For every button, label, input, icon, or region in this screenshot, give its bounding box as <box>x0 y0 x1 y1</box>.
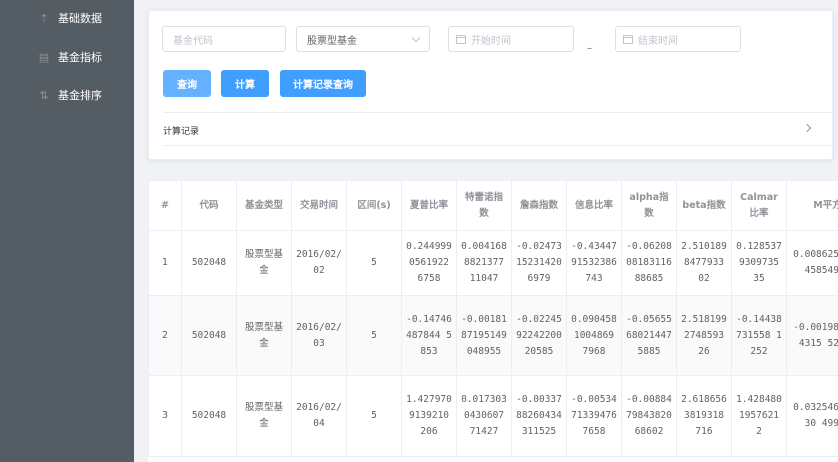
table-cell: -0.14438731558 1252 <box>731 295 787 376</box>
divider <box>163 112 832 113</box>
sidebar-item-label: 基础数据 <box>58 12 102 25</box>
table-cell: -0.0018187195149 048955 <box>456 295 512 376</box>
col-header: # <box>148 180 182 231</box>
table-cell: 2016/02/04 <box>291 375 347 457</box>
table-cell: 1 <box>148 230 182 296</box>
history-query-button[interactable]: 计算记录查询 <box>280 70 366 97</box>
fund-type-select[interactable]: 股票型基金 <box>296 26 430 52</box>
results-table-wrap: # 代码 基金类型 交易时间 区间(s) 夏普比率 特雷诺指数 詹森指数 信息比… <box>148 180 838 462</box>
table-cell: 0.0173030430607 71427 <box>456 375 512 457</box>
calc-history-title[interactable]: 计算记录 <box>163 124 199 137</box>
col-header: 代码 <box>181 180 237 231</box>
table-cell: 股票型基金 <box>236 375 292 457</box>
col-header: 夏普比率 <box>401 180 457 231</box>
start-date-input[interactable]: 开始时间 <box>448 26 574 52</box>
sidebar-item-fund-ranking[interactable]: ⇅ 基金排序 <box>0 80 134 110</box>
range-separator: – <box>587 43 592 54</box>
table-cell: -0.0088479843820 68602 <box>621 375 677 457</box>
col-header: M平方 <box>786 180 838 231</box>
table-cell: 502048 <box>181 295 237 376</box>
table-cell: -0.4344791532386 743 <box>566 230 622 296</box>
table-cell: -0.0620808183116 88685 <box>621 230 677 296</box>
table-cell: 0.0904581004869 7968 <box>566 295 622 376</box>
col-header: 詹森指数 <box>511 180 567 231</box>
table-cell: -0.0247315231420 6979 <box>511 230 567 296</box>
table-cell: 2 <box>148 295 182 376</box>
calendar-icon <box>456 34 466 44</box>
table-cell: 5 <box>346 230 402 296</box>
sidebar-item-basic-data[interactable]: ⇡ 基础数据 <box>0 3 134 33</box>
table-cell: 2.6186563819318 716 <box>676 375 732 457</box>
chevron-right-icon[interactable] <box>802 123 812 133</box>
sidebar-item-label: 基金排序 <box>58 89 102 102</box>
table-cell: 2016/02/02 <box>291 230 347 296</box>
table-cell: 1.4279709139210 206 <box>401 375 457 457</box>
table-cell: 0.0041688821377 11047 <box>456 230 512 296</box>
results-table: # 代码 基金类型 交易时间 区间(s) 夏普比率 特雷诺指数 詹森指数 信息比… <box>148 180 838 457</box>
col-header: beta指数 <box>676 180 732 231</box>
chevron-down-icon <box>411 33 421 43</box>
divider <box>163 145 832 146</box>
sidebar-item-fund-metrics[interactable]: ▤ 基金指标 <box>0 42 134 72</box>
query-form-card: 基金代码 股票型基金 开始时间 – 结束时间 查询 计算 计算记录查询 计算记录 <box>148 10 833 160</box>
table-cell: -0.14746487844 5853 <box>401 295 457 376</box>
col-header: 特雷诺指数 <box>456 180 512 231</box>
table-cell: -0.0053471339476 7658 <box>566 375 622 457</box>
col-header: alpha指数 <box>621 180 677 231</box>
col-header: 信息比率 <box>566 180 622 231</box>
table-cell: 1.4284801957621 2 <box>731 375 787 457</box>
table-cell: -0.0019857534315 52245 <box>786 295 838 376</box>
table-cell: 5 <box>346 295 402 376</box>
table-cell: 2016/02/03 <box>291 295 347 376</box>
col-header: Calmar比率 <box>731 180 787 231</box>
calculate-button[interactable]: 计算 <box>221 70 269 97</box>
sort-icon: ⇅ <box>39 88 49 102</box>
table-cell: 0.1285379309735 35 <box>731 230 787 296</box>
sidebar-item-label: 基金指标 <box>58 51 102 64</box>
calendar-icon <box>623 34 633 44</box>
table-row[interactable]: 1 502048 股票型基金 2016/02/02 5 0.2449990561… <box>148 230 838 296</box>
table-cell: 2.5101898477933 02 <box>676 230 732 296</box>
table-cell: 股票型基金 <box>236 295 292 376</box>
col-header: 区间(s) <box>346 180 402 231</box>
document-icon: ▤ <box>38 50 50 64</box>
table-cell: 0.008625615845854934 <box>786 230 838 296</box>
table-cell: 5 <box>346 375 402 457</box>
table-cell: 0.2449990561922 6758 <box>401 230 457 296</box>
table-cell: 股票型基金 <box>236 230 292 296</box>
table-row[interactable]: 3 502048 股票型基金 2016/02/04 5 1.4279709139… <box>148 375 838 457</box>
table-cell: -0.0033788260434 311525 <box>511 375 567 457</box>
table-cell: 0.032546219430 49906 <box>786 375 838 457</box>
table-row[interactable]: 2 502048 股票型基金 2016/02/03 5 -0.147464878… <box>148 295 838 376</box>
upload-icon: ⇡ <box>39 11 49 25</box>
end-date-placeholder: 结束时间 <box>638 35 678 47</box>
fund-code-placeholder: 基金代码 <box>173 35 213 47</box>
main-area: 基金代码 股票型基金 开始时间 – 结束时间 查询 计算 计算记录查询 计算记录 <box>134 0 838 462</box>
query-button[interactable]: 查询 <box>163 70 211 97</box>
table-cell: 502048 <box>181 375 237 457</box>
start-date-placeholder: 开始时间 <box>471 35 511 47</box>
end-date-input[interactable]: 结束时间 <box>615 26 741 52</box>
table-cell: -0.0224592242200 20585 <box>511 295 567 376</box>
table-cell: 3 <box>148 375 182 457</box>
table-cell: -0.0565568021447 5885 <box>621 295 677 376</box>
col-header: 基金类型 <box>236 180 292 231</box>
sidebar: ⇡ 基础数据 ▤ 基金指标 ⇅ 基金排序 <box>0 0 134 462</box>
table-cell: 502048 <box>181 230 237 296</box>
col-header: 交易时间 <box>291 180 347 231</box>
table-cell: 2.5181992748593 26 <box>676 295 732 376</box>
table-header-row: # 代码 基金类型 交易时间 区间(s) 夏普比率 特雷诺指数 詹森指数 信息比… <box>148 180 838 231</box>
fund-code-input[interactable]: 基金代码 <box>162 26 286 52</box>
fund-type-value: 股票型基金 <box>307 35 357 47</box>
